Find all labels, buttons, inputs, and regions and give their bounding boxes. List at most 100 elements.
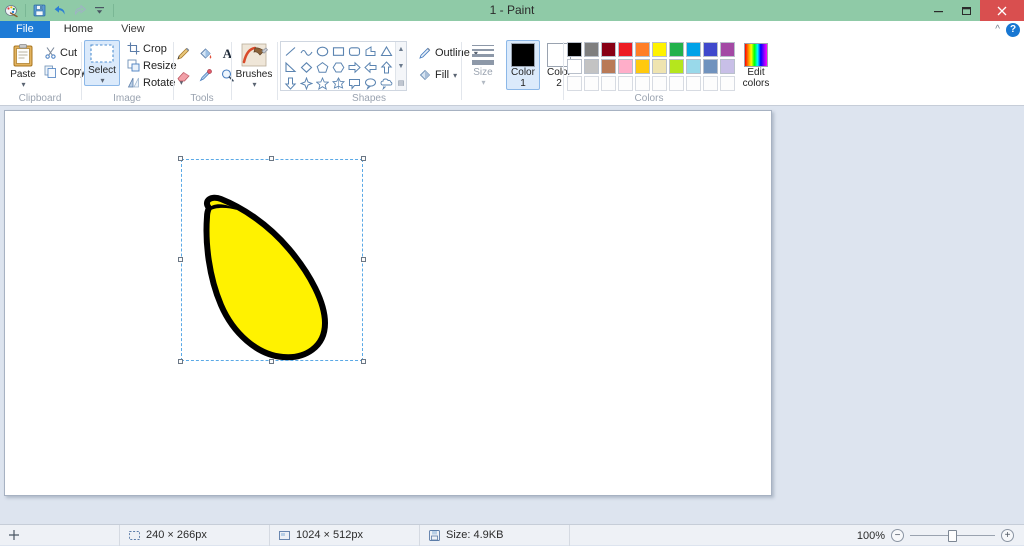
shape-right-triangle[interactable] — [282, 59, 298, 75]
palette-swatch-r3-c1[interactable] — [567, 76, 582, 91]
fill-dropdown-icon[interactable]: ▾ — [453, 71, 457, 80]
palette-swatch-r3-c5[interactable] — [635, 76, 650, 91]
shapes-scroll-down-icon[interactable]: ▼ — [396, 59, 406, 74]
shape-hexagon[interactable] — [330, 59, 346, 75]
color-picker-icon[interactable] — [194, 64, 216, 86]
palette-swatch-r2-c3[interactable] — [601, 59, 616, 74]
palette-swatch-r3-c2[interactable] — [584, 76, 599, 91]
shapes-scrollbar[interactable]: ▲ ▼ ▤ — [395, 42, 406, 90]
palette-swatch-r3-c6[interactable] — [652, 76, 667, 91]
cut-button[interactable]: Cut — [40, 44, 81, 61]
zoom-slider-thumb[interactable] — [948, 530, 957, 542]
zoom-control[interactable]: 100% − + — [845, 525, 1020, 546]
color1-swatch[interactable] — [511, 43, 535, 67]
shape-oval[interactable] — [314, 43, 330, 59]
fill-button[interactable]: Fill ▾ — [414, 66, 461, 84]
shapes-gallery[interactable]: ▲ ▼ ▤ — [280, 41, 407, 91]
pencil-icon[interactable] — [172, 42, 194, 64]
selection-handle-s[interactable] — [269, 359, 274, 364]
palette-swatch-r1-c9[interactable] — [703, 42, 718, 57]
shape-polygon[interactable] — [362, 43, 378, 59]
collapse-ribbon-icon[interactable]: ^ — [995, 24, 1000, 35]
palette-swatch-r2-c4[interactable] — [618, 59, 633, 74]
shape-rounded-callout[interactable] — [346, 75, 362, 91]
edit-colors-button[interactable]: Edit colors — [736, 40, 776, 90]
size-dropdown-icon[interactable]: ▾ — [481, 78, 485, 87]
selection-handle-w[interactable] — [178, 257, 183, 262]
selection-handle-sw[interactable] — [178, 359, 183, 364]
palette-swatch-r1-c4[interactable] — [618, 42, 633, 57]
palette-swatch-r1-c5[interactable] — [635, 42, 650, 57]
select-button[interactable]: Select ▾ — [84, 40, 120, 86]
shape-four-point-star[interactable] — [298, 75, 314, 91]
brushes-dropdown-icon[interactable]: ▾ — [252, 80, 256, 89]
shape-five-point-star[interactable] — [314, 75, 330, 91]
paint-canvas[interactable] — [4, 110, 772, 496]
palette-swatch-r3-c3[interactable] — [601, 76, 616, 91]
palette-swatch-r3-c7[interactable] — [669, 76, 684, 91]
selection-handle-nw[interactable] — [178, 156, 183, 161]
shape-diamond[interactable] — [298, 59, 314, 75]
palette-swatch-r3-c10[interactable] — [720, 76, 735, 91]
shape-six-point-star[interactable] — [330, 75, 346, 91]
tab-home[interactable]: Home — [49, 21, 108, 38]
paint-app-icon[interactable] — [3, 2, 20, 19]
palette-swatch-r3-c9[interactable] — [703, 76, 718, 91]
palette-swatch-r1-c2[interactable] — [584, 42, 599, 57]
palette-swatch-r1-c3[interactable] — [601, 42, 616, 57]
shape-rounded-rectangle[interactable] — [346, 43, 362, 59]
quick-access-toolbar[interactable] — [0, 0, 116, 21]
eraser-icon[interactable] — [172, 64, 194, 86]
minimize-button[interactable] — [924, 0, 952, 21]
shape-right-arrow[interactable] — [346, 59, 362, 75]
paste-dropdown-icon[interactable]: ▾ — [21, 80, 25, 89]
zoom-in-button[interactable]: + — [1001, 529, 1014, 542]
save-icon[interactable] — [31, 2, 48, 19]
palette-swatch-r2-c2[interactable] — [584, 59, 599, 74]
close-button[interactable] — [980, 0, 1024, 21]
crop-button[interactable]: Crop — [123, 40, 171, 57]
palette-swatch-r1-c7[interactable] — [669, 42, 684, 57]
shapes-scroll-up-icon[interactable]: ▲ — [396, 42, 406, 57]
help-icon[interactable]: ? — [1006, 22, 1020, 37]
tab-file[interactable]: File — [0, 21, 50, 38]
color1-button[interactable]: Color 1 — [506, 40, 540, 90]
banana-drawing[interactable] — [5, 111, 771, 495]
shape-cloud-callout[interactable] — [378, 75, 394, 91]
palette-swatch-r2-c6[interactable] — [652, 59, 667, 74]
undo-icon[interactable] — [51, 2, 68, 19]
window-controls[interactable] — [924, 0, 1024, 21]
title-bar[interactable]: 1 - Paint — [0, 0, 1024, 21]
shape-triangle[interactable] — [378, 43, 394, 59]
color-palette[interactable] — [567, 42, 736, 92]
shape-rectangle[interactable] — [330, 43, 346, 59]
shape-line[interactable] — [282, 43, 298, 59]
shape-down-arrow[interactable] — [282, 75, 298, 91]
brushes-button[interactable]: Brushes ▾ — [235, 40, 273, 90]
tab-view[interactable]: View — [107, 21, 159, 38]
palette-swatch-r2-c5[interactable] — [635, 59, 650, 74]
selection-handle-ne[interactable] — [361, 156, 366, 161]
canvas-work-area[interactable] — [0, 107, 1024, 524]
paste-button[interactable]: Paste ▾ — [4, 40, 42, 90]
selection-handle-se[interactable] — [361, 359, 366, 364]
ribbon-tab-strip[interactable]: File Home View ^ ? — [0, 21, 1024, 38]
zoom-slider[interactable] — [910, 529, 995, 542]
zoom-out-button[interactable]: − — [891, 529, 904, 542]
fill-bucket-icon[interactable] — [194, 42, 216, 64]
palette-swatch-r1-c10[interactable] — [720, 42, 735, 57]
shape-up-arrow[interactable] — [378, 59, 394, 75]
palette-swatch-r2-c8[interactable] — [686, 59, 701, 74]
palette-swatch-r2-c10[interactable] — [720, 59, 735, 74]
shape-oval-callout[interactable] — [362, 75, 378, 91]
palette-swatch-r1-c8[interactable] — [686, 42, 701, 57]
shape-pentagon[interactable] — [314, 59, 330, 75]
shape-left-arrow[interactable] — [362, 59, 378, 75]
restore-button[interactable] — [952, 0, 980, 21]
palette-swatch-r1-c1[interactable] — [567, 42, 582, 57]
size-button[interactable]: Size ▾ — [466, 42, 500, 88]
palette-swatch-r3-c4[interactable] — [618, 76, 633, 91]
palette-swatch-r1-c6[interactable] — [652, 42, 667, 57]
selection-handle-e[interactable] — [361, 257, 366, 262]
palette-swatch-r2-c1[interactable] — [567, 59, 582, 74]
